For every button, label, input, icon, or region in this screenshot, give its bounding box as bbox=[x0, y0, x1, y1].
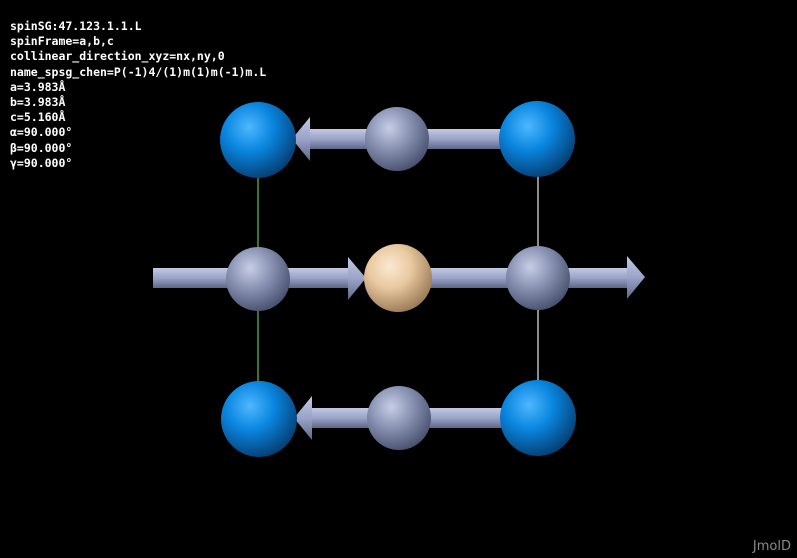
info-line: spinSG:47.123.1.1.L bbox=[10, 19, 142, 33]
info-line: collinear_direction_xyz=nx,ny,0 bbox=[10, 49, 225, 64]
magnetic-atom-middle-right[interactable] bbox=[506, 246, 570, 310]
info-line: β=90.000° bbox=[10, 140, 73, 155]
atoms bbox=[220, 101, 576, 457]
jmol-watermark: JmolD bbox=[752, 539, 791, 554]
magnetic-atom-middle-left[interactable] bbox=[226, 247, 290, 311]
center-atom[interactable] bbox=[364, 244, 432, 312]
info-line: a=3.983Å bbox=[10, 79, 66, 94]
corner-atom-top-right[interactable] bbox=[499, 101, 575, 177]
info-line: b=3.983Å bbox=[10, 95, 66, 110]
corner-atom-bottom-right[interactable] bbox=[500, 380, 576, 456]
structure-info: spinSG:47.123.1.1.L spinFrame=a,b,c collin… bbox=[10, 19, 266, 171]
corner-atom-bottom-left[interactable] bbox=[221, 381, 297, 457]
info-line: name_spsg_chen=P(-1)4/(1)m(1)m(-1)m.L bbox=[10, 64, 267, 79]
info-line: c=5.160Å bbox=[10, 110, 66, 125]
magnetic-atom-top-middle[interactable] bbox=[365, 107, 429, 171]
info-line: γ=90.000° bbox=[10, 155, 73, 170]
magnetic-atom-bottom-middle[interactable] bbox=[367, 386, 431, 450]
jmol-viewer[interactable]: spinSG:47.123.1.1.L spinFrame=a,b,c collin… bbox=[0, 0, 797, 558]
info-line: spinFrame=a,b,c bbox=[10, 34, 114, 49]
info-line: α=90.000° bbox=[10, 125, 73, 140]
